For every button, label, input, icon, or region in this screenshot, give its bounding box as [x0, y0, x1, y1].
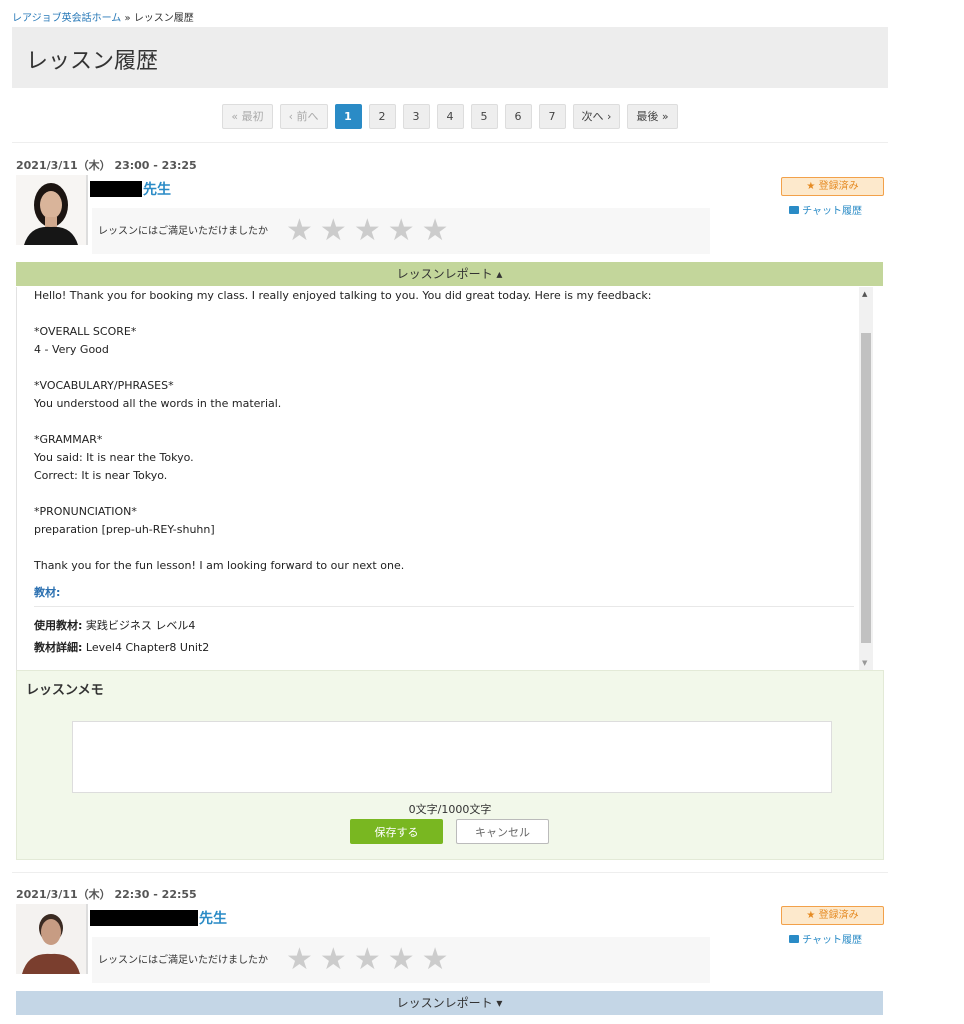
- cancel-button[interactable]: キャンセル: [456, 819, 549, 844]
- registered-badge[interactable]: ★ 登録済み: [781, 177, 884, 196]
- chat-history-label: チャット履歴: [802, 935, 862, 946]
- breadcrumb-separator: »: [124, 13, 131, 24]
- star-icon[interactable]: ★: [354, 945, 381, 975]
- materials-section: 教材: 使用教材: 実践ビジネス レベル4 教材詳細: Level4 Chapt…: [34, 584, 854, 655]
- divider: [12, 142, 888, 143]
- teacher-name[interactable]: 先生: [90, 908, 227, 928]
- breadcrumb-current: レッスン履歴: [133, 13, 194, 24]
- star-icon[interactable]: ★: [388, 945, 415, 975]
- redacted-name-block: [90, 181, 142, 197]
- star-icon[interactable]: ★: [320, 945, 347, 975]
- scroll-down-icon[interactable]: ▼: [862, 659, 867, 667]
- redacted-name-block: [90, 910, 198, 926]
- material-row: 使用教材: 実践ビジネス レベル4: [34, 617, 854, 633]
- material-value: 実践ビジネス レベル4: [85, 619, 196, 632]
- breadcrumb-home-link[interactable]: レアジョブ英会話ホーム: [12, 13, 121, 24]
- rating-stars: ★ ★ ★ ★ ★: [286, 216, 449, 246]
- teacher-suffix: 先生: [143, 182, 171, 198]
- material-detail-row: 教材詳細: Level4 Chapter8 Unit2: [34, 639, 854, 655]
- pagination-page-3[interactable]: 3: [402, 104, 430, 129]
- material-detail-value: Level4 Chapter8 Unit2: [85, 641, 210, 654]
- pagination-page-7[interactable]: 7: [538, 104, 566, 129]
- lesson-date: 2021/3/11（木） 22:30 - 22:55: [16, 888, 197, 901]
- scroll-up-icon[interactable]: ▲: [862, 290, 867, 298]
- memo-title: レッスンメモ: [26, 683, 104, 698]
- save-button[interactable]: 保存する: [350, 819, 443, 844]
- pagination-page-2[interactable]: 2: [368, 104, 396, 129]
- page-title: レッスン履歴: [26, 49, 159, 74]
- lesson-date: 2021/3/11（木） 23:00 - 23:25: [16, 159, 197, 172]
- pagination-page-1[interactable]: 1: [334, 104, 362, 129]
- rating-question: レッスンにはご満足いただけましたか: [98, 955, 268, 966]
- pagination-last[interactable]: 最後 »: [627, 104, 678, 129]
- teacher-name[interactable]: 先生: [90, 179, 171, 199]
- pagination-page-6[interactable]: 6: [504, 104, 532, 129]
- lesson-report-text: Hello! Thank you for booking my class. I…: [34, 289, 652, 572]
- lesson-memo: レッスンメモ 0文字/1000文字 保存する キャンセル: [16, 670, 884, 860]
- pagination-page-5[interactable]: 5: [470, 104, 498, 129]
- star-icon[interactable]: ★: [320, 216, 347, 246]
- rating-box: レッスンにはご満足いただけましたか ★ ★ ★ ★ ★: [92, 937, 710, 983]
- star-icon[interactable]: ★: [354, 216, 381, 246]
- star-icon[interactable]: ★: [422, 216, 449, 246]
- pagination-next[interactable]: 次へ ›: [572, 104, 621, 129]
- registered-badge[interactable]: ★ 登録済み: [781, 906, 884, 925]
- page-title-bar: レッスン履歴: [12, 27, 888, 88]
- rating-stars: ★ ★ ★ ★ ★: [286, 945, 449, 975]
- pagination: « 最初 ‹ 前へ 1 2 3 4 5 6 7 次へ › 最後 »: [0, 104, 900, 129]
- scrollbar-thumb[interactable]: [861, 333, 871, 643]
- lesson-item: 2021/3/11（木） 22:30 - 22:55 先生 レッスンにはご満足い…: [16, 886, 888, 991]
- memo-counter: 0文字/1000文字: [408, 803, 492, 816]
- rating-box: レッスンにはご満足いただけましたか ★ ★ ★ ★ ★: [92, 208, 710, 254]
- teacher-avatar[interactable]: [16, 904, 88, 974]
- pagination-page-4[interactable]: 4: [436, 104, 464, 129]
- star-icon[interactable]: ★: [286, 945, 313, 975]
- chat-history-link[interactable]: チャット履歴: [789, 202, 862, 217]
- materials-heading: 教材:: [34, 584, 854, 607]
- chat-history-link[interactable]: チャット履歴: [789, 931, 862, 946]
- star-icon[interactable]: ★: [388, 216, 415, 246]
- report-scrollbar[interactable]: ▲ ▼: [859, 287, 873, 670]
- star-icon[interactable]: ★: [286, 216, 313, 246]
- teacher-avatar[interactable]: [16, 175, 88, 245]
- star-icon[interactable]: ★: [422, 945, 449, 975]
- divider: [12, 872, 888, 873]
- lesson-report-toggle[interactable]: レッスンレポート ▾: [16, 991, 883, 1015]
- rating-question: レッスンにはご満足いただけましたか: [98, 226, 268, 237]
- chat-icon: [789, 205, 800, 214]
- pagination-first: « 最初: [222, 104, 273, 129]
- memo-textarea[interactable]: [72, 721, 832, 793]
- pagination-prev: ‹ 前へ: [279, 104, 328, 129]
- material-detail-label: 教材詳細:: [34, 641, 83, 654]
- chat-history-label: チャット履歴: [802, 206, 862, 217]
- breadcrumb: レアジョブ英会話ホーム » レッスン履歴: [12, 9, 194, 24]
- teacher-suffix: 先生: [199, 911, 227, 927]
- lesson-report-body: Hello! Thank you for booking my class. I…: [16, 287, 873, 670]
- chat-icon: [789, 934, 800, 943]
- material-label: 使用教材:: [34, 619, 83, 632]
- lesson-report-toggle[interactable]: レッスンレポート ▴: [16, 262, 883, 286]
